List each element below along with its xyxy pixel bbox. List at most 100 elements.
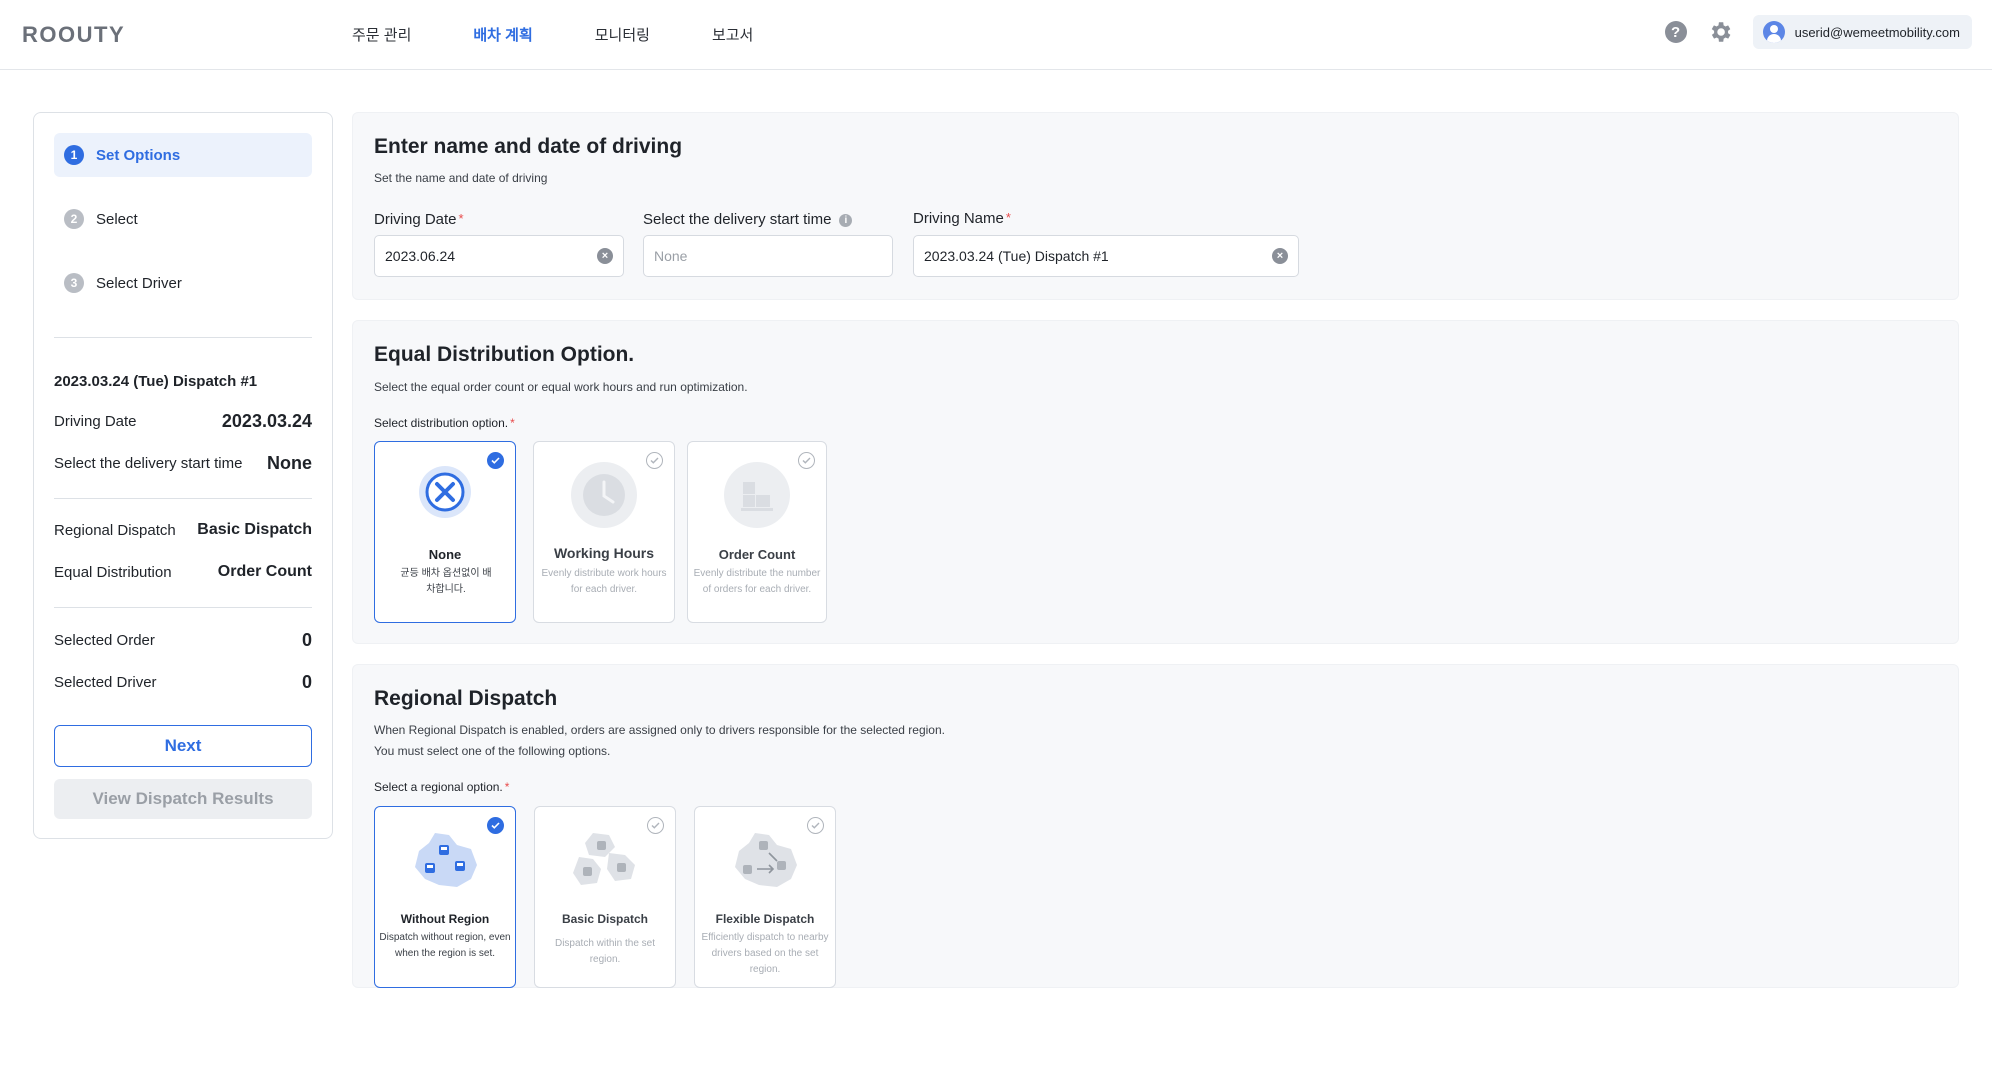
section-title: Enter name and date of driving [374, 135, 683, 158]
summary-key: Select the delivery start time [54, 455, 243, 472]
main-nav: 주문 관리 배차 계획 모니터링 보고서 [352, 24, 815, 45]
regional-dispatch-section: Regional Dispatch When Regional Dispatch… [352, 664, 1959, 988]
summary-value: 0 [301, 672, 312, 692]
distribution-card-none[interactable]: None 균등 배차 옵션없이 배차합니다. [374, 441, 516, 623]
gear-icon[interactable] [1707, 19, 1733, 45]
distribution-card-working-hours[interactable]: Working Hours Evenly distribute work hou… [533, 441, 675, 623]
regional-card-basic-dispatch[interactable]: Basic Dispatch Dispatch within the set r… [534, 806, 676, 988]
sidebar-divider [54, 337, 312, 338]
step-number-badge: 2 [64, 209, 84, 229]
step-label: Set Options [96, 146, 181, 164]
app-logo[interactable]: ROOUTY [22, 22, 125, 48]
driving-name-field[interactable]: 2023.03.24 (Tue) Dispatch #1 × [913, 235, 1299, 277]
step-set-options[interactable]: 1 Set Options [54, 133, 312, 177]
distribution-option-label: Select distribution option. * [374, 416, 515, 430]
next-button[interactable]: Next [54, 725, 312, 767]
check-icon [807, 817, 824, 834]
section-description-line2: You must select one of the following opt… [374, 744, 611, 758]
region-split-icon [573, 833, 635, 885]
driving-date-label: Driving Date * [374, 211, 464, 228]
summary-value: 0 [301, 630, 312, 650]
card-description: Dispatch within the set region. [554, 938, 656, 965]
card-title: Working Hours [553, 545, 655, 561]
step-select[interactable]: 2 Select [54, 197, 312, 241]
driving-name-value: 2023.03.24 (Tue) Dispatch #1 [924, 248, 1109, 264]
summary-value: 2023.03.24 [221, 411, 312, 431]
section-description: Select the equal order count or equal wo… [374, 380, 748, 394]
summary-key: Equal Distribution [54, 563, 172, 581]
card-description: Dispatch without region, even when the r… [379, 932, 511, 959]
check-icon [487, 452, 504, 469]
section-description-line1: When Regional Dispatch is enabled, order… [374, 723, 945, 737]
check-icon [487, 817, 504, 834]
steps-sidebar: 1 Set Options 2 Select 3 Select Driver 2… [33, 112, 333, 839]
summary-row-selected-order: Selected Order 0 [54, 630, 312, 651]
section-description: Set the name and date of driving [374, 171, 548, 185]
driving-date-field[interactable]: 2023.06.24 × [374, 235, 624, 277]
clock-icon [571, 462, 637, 528]
user-email: userid@wemeetmobility.com [1794, 24, 1960, 40]
sidebar-divider [54, 498, 312, 499]
summary-value: Basic Dispatch [197, 521, 312, 538]
summary-row-start-time: Select the delivery start time None [54, 453, 312, 474]
regional-option-label: Select a regional option. * [374, 780, 510, 794]
driving-date-value: 2023.06.24 [385, 248, 456, 264]
step-list: 1 Set Options 2 Select 3 Select Driver [54, 133, 312, 325]
dispatch-name-summary: 2023.03.24 (Tue) Dispatch #1 [54, 373, 258, 390]
step-label: Select Driver [96, 274, 182, 292]
check-icon [798, 452, 815, 469]
card-title: Flexible Dispatch [715, 912, 815, 926]
distribution-card-order-count[interactable]: Order Count Evenly distribute the number… [687, 441, 827, 623]
clear-icon[interactable]: × [1272, 248, 1288, 264]
card-description: Evenly distribute the number of orders f… [693, 568, 821, 595]
help-icon[interactable]: ? [1664, 21, 1687, 43]
name-date-section: Enter name and date of driving Set the n… [352, 112, 1959, 300]
check-icon [646, 452, 663, 469]
card-title: Basic Dispatch [561, 912, 649, 926]
check-icon [647, 817, 664, 834]
card-title: Order Count [718, 547, 796, 562]
step-label: Select [96, 210, 138, 228]
close-circle-icon [419, 466, 471, 518]
region-map-icon [415, 833, 477, 887]
step-number-badge: 3 [64, 273, 84, 293]
card-description: Evenly distribute work hours for each dr… [541, 568, 667, 595]
card-title: None [428, 547, 462, 562]
equal-distribution-section: Equal Distribution Option. Select the eq… [352, 320, 1959, 644]
top-bar: ROOUTY 주문 관리 배차 계획 모니터링 보고서 ? userid@wem… [0, 0, 1992, 70]
card-description: Efficiently dispatch to nearby drivers b… [701, 932, 829, 975]
sidebar-divider [54, 607, 312, 608]
regional-card-without-region[interactable]: Without Region Dispatch without region, … [374, 806, 516, 988]
boxes-icon [724, 462, 790, 528]
summary-value: None [267, 453, 312, 473]
section-title: Regional Dispatch [374, 687, 558, 710]
regional-card-flexible-dispatch[interactable]: Flexible Dispatch Efficiently dispatch t… [694, 806, 836, 988]
nav-monitoring[interactable]: 모니터링 [595, 24, 650, 45]
section-title: Equal Distribution Option. [374, 343, 635, 366]
nav-reports[interactable]: 보고서 [712, 24, 753, 45]
user-account-chip[interactable]: userid@wemeetmobility.com [1752, 15, 1972, 49]
summary-row-selected-driver: Selected Driver 0 [54, 672, 312, 693]
summary-row-driving-date: Driving Date 2023.03.24 [54, 411, 312, 432]
header-actions: ? userid@wemeetmobility.com [1664, 15, 1972, 49]
user-avatar-icon [1762, 21, 1785, 43]
summary-row-equal-distribution: Equal Distribution Order Count [54, 563, 312, 581]
summary-key: Driving Date [54, 413, 137, 430]
card-description: 균등 배차 옵션없이 배차합니다. [400, 568, 492, 595]
start-time-field[interactable]: None [643, 235, 893, 277]
nav-order-management[interactable]: 주문 관리 [352, 24, 411, 45]
summary-row-regional-dispatch: Regional Dispatch Basic Dispatch [54, 521, 312, 539]
start-time-label: Select the delivery start time i [643, 211, 853, 228]
view-dispatch-results-button[interactable]: View Dispatch Results [54, 779, 312, 819]
start-time-placeholder: None [654, 248, 688, 264]
card-title: Without Region [400, 912, 490, 926]
summary-key: Selected Driver [54, 674, 157, 691]
summary-key: Regional Dispatch [54, 521, 176, 539]
nav-dispatch-plan[interactable]: 배차 계획 [473, 24, 532, 45]
summary-value: Order Count [217, 563, 312, 580]
clear-icon[interactable]: × [597, 248, 613, 264]
step-select-driver[interactable]: 3 Select Driver [54, 261, 312, 305]
info-icon[interactable]: i [839, 213, 853, 227]
step-number-badge: 1 [64, 145, 84, 165]
driving-name-label: Driving Name * [913, 210, 1011, 227]
